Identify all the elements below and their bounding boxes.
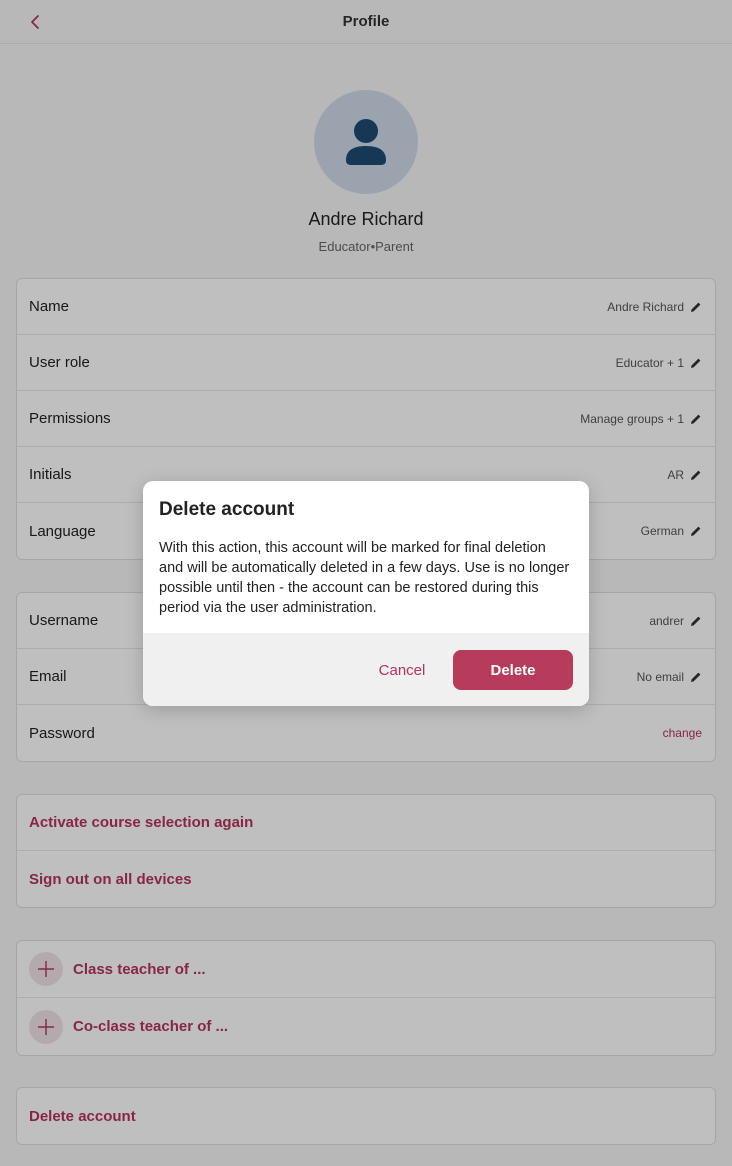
dialog-footer: Cancel Delete (143, 633, 589, 706)
delete-account-dialog: Delete account With this action, this ac… (143, 481, 589, 706)
dialog-title: Delete account (159, 499, 295, 520)
cancel-button[interactable]: Cancel (367, 650, 437, 690)
dialog-message: With this action, this account will be m… (159, 540, 570, 616)
delete-button[interactable]: Delete (453, 650, 573, 690)
